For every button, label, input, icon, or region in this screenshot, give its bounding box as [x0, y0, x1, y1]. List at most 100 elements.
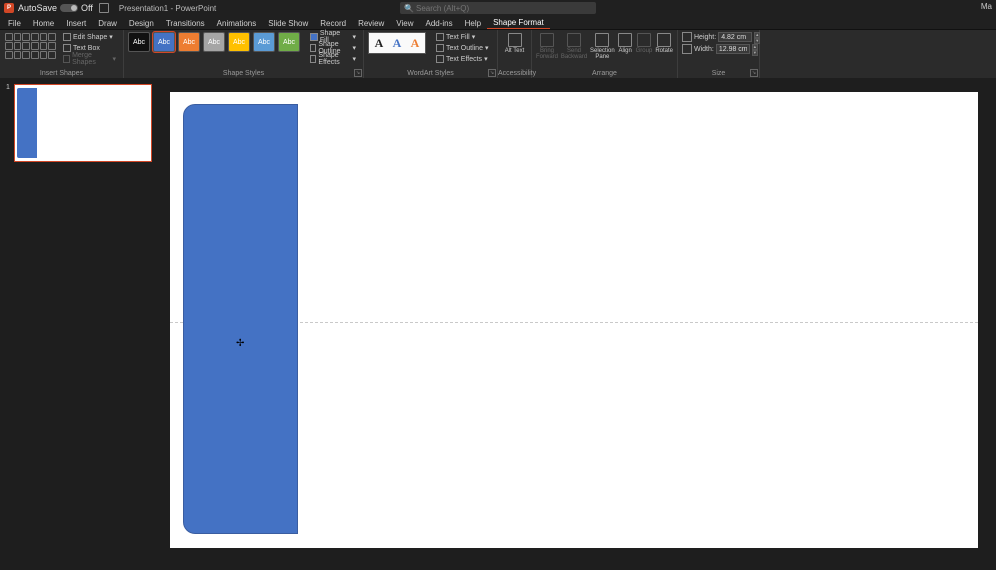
text-effects-icon	[436, 55, 444, 63]
merge-icon	[63, 55, 70, 63]
shape-style-swatch[interactable]: Abc	[228, 32, 250, 52]
edit-shape-icon	[63, 33, 71, 41]
group-label: Size	[678, 70, 759, 78]
height-label: Height:	[694, 34, 716, 41]
shape-style-swatch[interactable]: Abc	[178, 32, 200, 52]
shape-style-swatch[interactable]: Abc	[253, 32, 275, 52]
group-wordart-styles: AAA Text Fill ▾ Text Outline ▾ Text Effe…	[364, 30, 498, 78]
tab-transitions[interactable]: Transitions	[160, 18, 211, 29]
dialog-launcher-icon[interactable]: ↘	[750, 69, 758, 77]
tab-shape-format[interactable]: Shape Format	[487, 17, 550, 29]
align-icon	[618, 33, 632, 47]
title-bar: P AutoSave Off Presentation1 - PowerPoin…	[0, 0, 996, 16]
effects-icon	[310, 55, 316, 63]
rounded-rectangle-shape[interactable]: ✢	[183, 104, 298, 534]
width-spinner[interactable]: ▲▼	[752, 44, 758, 54]
tab-file[interactable]: File	[2, 18, 27, 29]
text-fill-icon	[436, 33, 444, 41]
search-input[interactable]	[400, 2, 596, 14]
text-outline-icon	[436, 44, 444, 52]
shape-style-swatch[interactable]: Abc	[153, 32, 175, 52]
group-shape-styles: AbcAbcAbcAbcAbcAbcAbc Shape Fill ▾ Shape…	[124, 30, 364, 78]
group-label: Insert Shapes	[0, 70, 123, 78]
height-icon	[682, 32, 692, 42]
merge-shapes-button: Merge Shapes ▾	[60, 54, 119, 64]
selection-pane-icon	[595, 33, 609, 47]
thumbnail-preview	[14, 84, 152, 162]
bring-forward-icon	[540, 33, 554, 47]
workspace: 1 ✢	[0, 78, 996, 570]
rotate-button[interactable]: Rotate	[655, 32, 673, 54]
shape-style-swatch[interactable]: Abc	[203, 32, 225, 52]
user-label: Ma	[981, 2, 992, 11]
tab-help[interactable]: Help	[459, 18, 487, 29]
rotate-icon	[657, 33, 671, 47]
edit-shape-button[interactable]: Edit Shape ▾	[60, 32, 119, 42]
group-icon	[637, 33, 651, 47]
outline-icon	[310, 44, 316, 52]
ribbon: Edit Shape ▾ Text Box Merge Shapes ▾ Ins…	[0, 30, 996, 78]
autosave-state: Off	[81, 3, 93, 13]
tab-review[interactable]: Review	[352, 18, 390, 29]
tab-view[interactable]: View	[390, 18, 419, 29]
text-cursor-icon: ✢	[236, 338, 244, 349]
tab-draw[interactable]: Draw	[92, 18, 123, 29]
tab-animations[interactable]: Animations	[211, 18, 263, 29]
group-label: Accessibility	[498, 70, 531, 78]
height-spinner[interactable]: ▲▼	[754, 32, 760, 42]
tab-insert[interactable]: Insert	[60, 18, 92, 29]
ribbon-tabs: FileHomeInsertDrawDesignTransitionsAnima…	[0, 16, 996, 30]
shape-style-swatch[interactable]: Abc	[278, 32, 300, 52]
shapes-gallery[interactable]	[4, 32, 57, 60]
autosave-label: AutoSave	[18, 3, 57, 13]
search-icon: 🔍	[404, 4, 414, 13]
send-backward-button: Send Backward	[561, 32, 587, 60]
slide-thumbnail[interactable]: 1	[6, 84, 152, 162]
slide[interactable]: ✢	[170, 92, 978, 548]
alt-text-button[interactable]: Alt Text	[502, 32, 527, 54]
group-arrange: Bring Forward Send Backward Selection Pa…	[532, 30, 678, 78]
save-icon[interactable]	[99, 3, 109, 13]
wordart-gallery[interactable]: AAA	[368, 32, 426, 54]
shape-style-swatch[interactable]: Abc	[128, 32, 150, 52]
shape-style-gallery[interactable]: AbcAbcAbcAbcAbcAbcAbc	[128, 32, 300, 52]
slide-number: 1	[6, 84, 12, 162]
text-box-icon	[63, 44, 71, 52]
shape-effects-button[interactable]: Shape Effects ▾	[307, 54, 359, 64]
text-effects-button[interactable]: Text Effects ▾	[433, 54, 491, 64]
alt-text-icon	[508, 33, 522, 47]
width-icon	[682, 44, 692, 54]
tab-record[interactable]: Record	[314, 18, 352, 29]
bring-forward-button: Bring Forward	[536, 32, 558, 60]
wordart-swatch[interactable]: A	[389, 35, 405, 51]
group-label: Arrange	[532, 70, 677, 78]
height-input[interactable]	[718, 32, 752, 42]
fill-icon	[310, 33, 318, 41]
group-label: Shape Styles	[124, 70, 363, 78]
document-title: Presentation1 - PowerPoint	[119, 4, 216, 13]
width-label: Width:	[694, 46, 714, 53]
toggle-icon	[60, 4, 78, 12]
selection-pane-button[interactable]: Selection Pane	[590, 32, 615, 60]
group-button: Group	[636, 32, 653, 54]
tab-add-ins[interactable]: Add-ins	[420, 18, 459, 29]
width-input[interactable]	[716, 44, 750, 54]
wordart-swatch[interactable]: A	[371, 35, 387, 51]
text-outline-button[interactable]: Text Outline ▾	[433, 43, 491, 53]
powerpoint-icon: P	[4, 3, 14, 13]
group-size: Height: ▲▼ Width: ▲▼ Size ↘	[678, 30, 760, 78]
slide-canvas-area[interactable]: ✢	[158, 78, 996, 570]
autosave-toggle[interactable]: AutoSave Off	[18, 3, 93, 13]
align-button[interactable]: Align	[618, 32, 633, 54]
group-insert-shapes: Edit Shape ▾ Text Box Merge Shapes ▾ Ins…	[0, 30, 124, 78]
dialog-launcher-icon[interactable]: ↘	[488, 69, 496, 77]
group-accessibility: Alt Text Accessibility	[498, 30, 532, 78]
slide-thumbnails-panel[interactable]: 1	[0, 78, 158, 570]
search-box[interactable]: 🔍	[400, 2, 596, 14]
text-fill-button[interactable]: Text Fill ▾	[433, 32, 491, 42]
tab-slide-show[interactable]: Slide Show	[262, 18, 314, 29]
wordart-swatch[interactable]: A	[407, 35, 423, 51]
tab-design[interactable]: Design	[123, 18, 160, 29]
tab-home[interactable]: Home	[27, 18, 60, 29]
dialog-launcher-icon[interactable]: ↘	[354, 69, 362, 77]
